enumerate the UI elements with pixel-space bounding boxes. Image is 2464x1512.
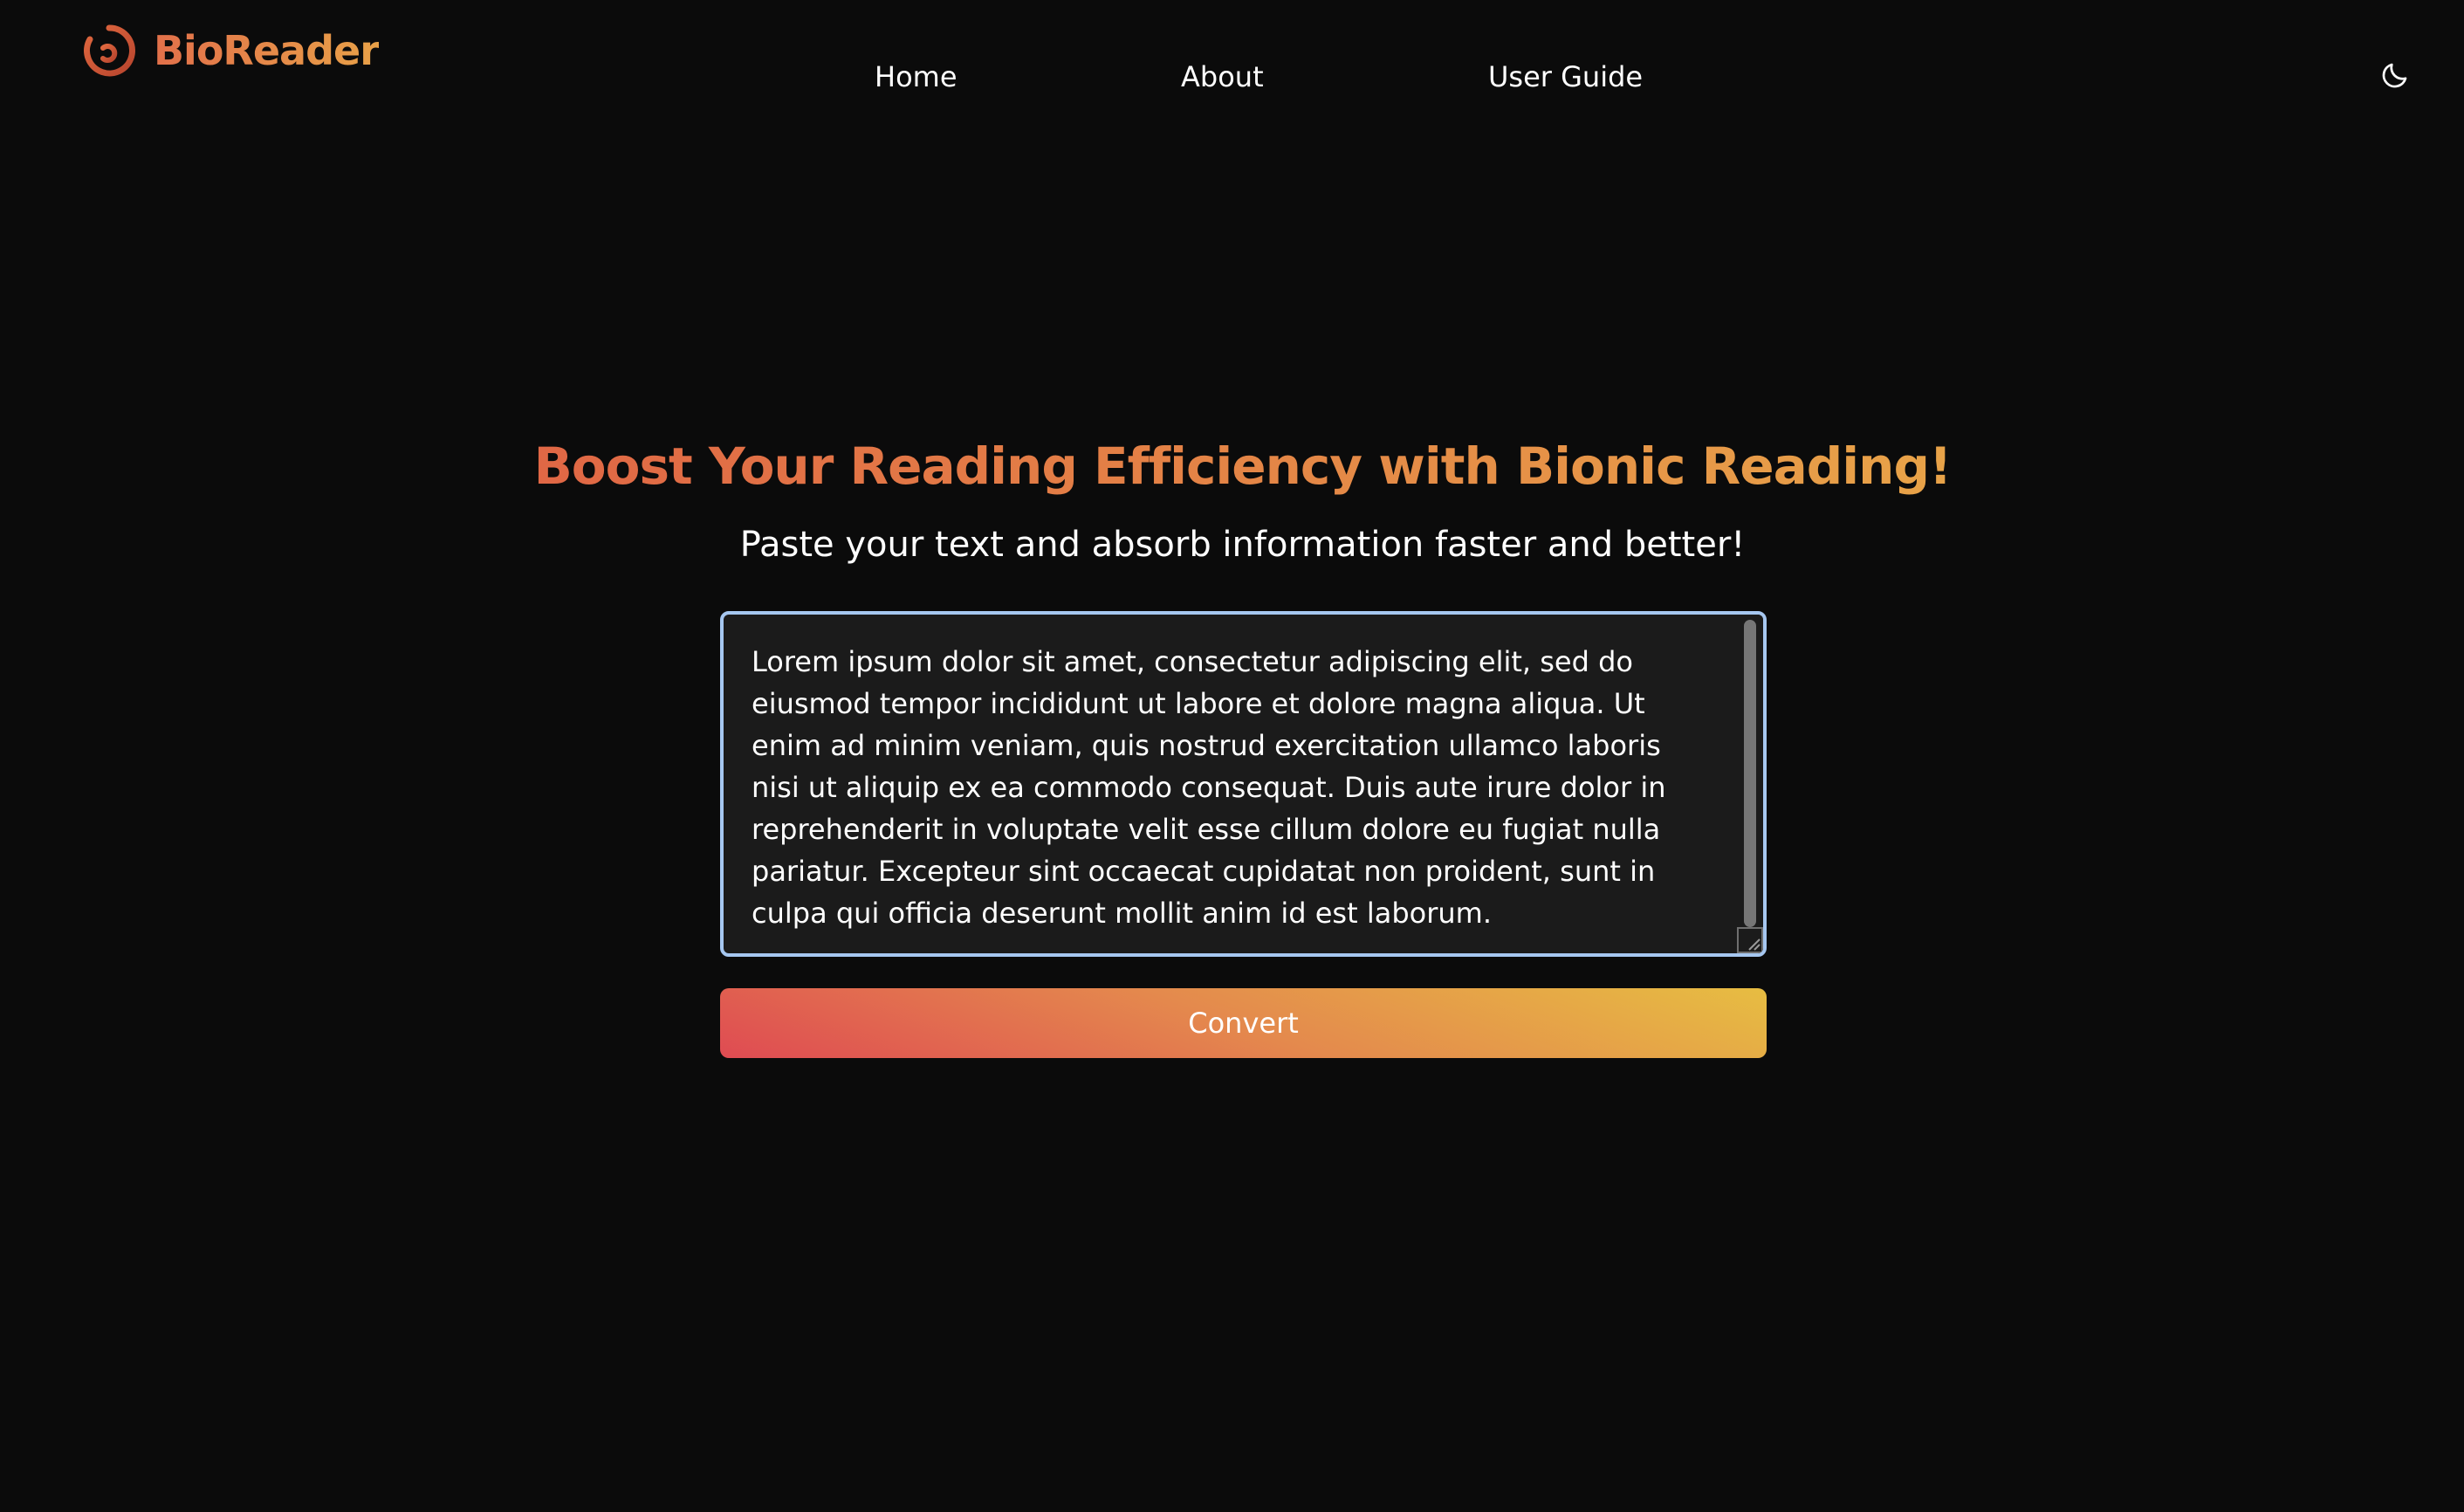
text-input-container [720,611,1767,957]
brand-name: BioReader [154,27,380,74]
page-title: Boost Your Reading Efficiency with Bioni… [0,430,2464,503]
page-subtitle: Paste your text and absorb information f… [739,525,1746,565]
theme-toggle-button[interactable] [2378,59,2413,94]
nav-link-user-guide[interactable]: User Guide [1488,56,1643,98]
page-title-text: Boost Your Reading Efficiency with Bioni… [533,436,1953,496]
brand-logo-link[interactable]: BioReader [82,21,380,80]
page: BioReader Home About User Guide Boost Yo… [0,0,2464,1512]
scrollbar-thumb[interactable] [1744,620,1756,927]
bioreader-logo-icon [82,24,136,78]
scrollbar-track [1737,615,1763,929]
resize-handle[interactable] [1737,927,1763,953]
moon-icon [2379,59,2411,94]
nav-link-about[interactable]: About [1181,56,1264,98]
convert-button[interactable]: Convert [720,988,1767,1058]
resize-grip-icon [1748,938,1760,951]
nav-link-home[interactable]: Home [875,56,957,98]
text-input[interactable] [724,615,1736,953]
